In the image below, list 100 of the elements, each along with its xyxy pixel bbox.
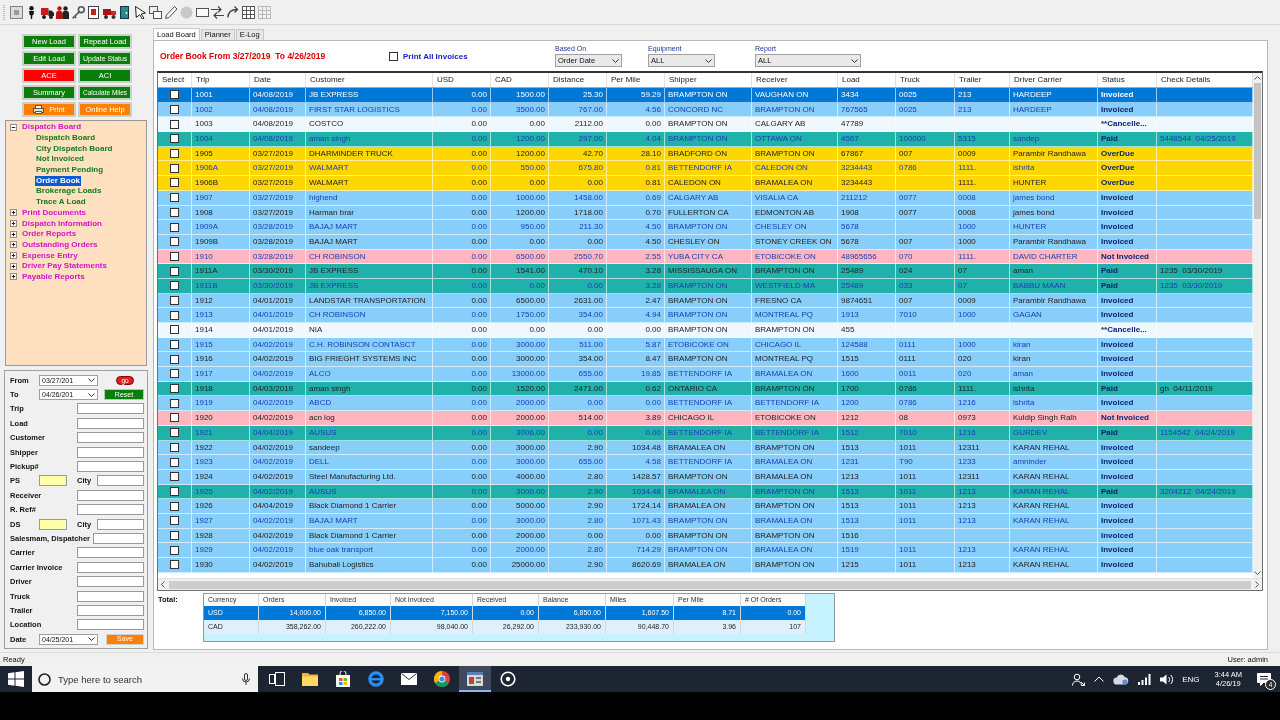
shopping-bag-icon[interactable] [334, 671, 351, 687]
tree-item[interactable]: Not Invoiced [35, 154, 85, 165]
minus-box-icon[interactable] [10, 123, 17, 131]
ring-bar-icon[interactable] [367, 671, 384, 687]
text-field[interactable] [77, 504, 144, 516]
column-header[interactable]: Truck [896, 73, 955, 87]
truck-icon[interactable] [40, 5, 54, 19]
checkbox[interactable] [170, 530, 179, 540]
column-header[interactable]: Receiver [752, 73, 838, 87]
table-row[interactable]: 1001 04/08/2019 JB EXPRESS 0.00 1500.00 25.30 59.29 BRAMPTON ON VAUGHAN ON 3434 0025 213 HARDEEP Invoiced [158, 88, 1253, 103]
text-field[interactable] [97, 475, 144, 487]
text-field[interactable] [39, 475, 67, 487]
tree-item[interactable]: Order Book [35, 175, 81, 186]
tree-item[interactable]: Trace A Load [35, 197, 87, 208]
checkbox[interactable] [170, 266, 179, 276]
table-row[interactable]: 1926 04/04/2019 Black Diamond 1 Carrier 0.00 5000.00 2.90 1724.14 BRAMALEA ON BRAMPTON ON 1513 1011 1213 KARAN REHAL Invoiced [158, 499, 1253, 514]
envelope-icon[interactable] [400, 671, 417, 687]
table-row[interactable]: 1917 04/02/2019 ALCO 0.00 13000.00 655.00 19.85 BETTENDORF IA BRAMALEA ON 1600 0011 020 aman Invoiced [158, 367, 1253, 382]
checkbox[interactable] [170, 325, 179, 335]
checkbox[interactable] [170, 90, 179, 100]
table-row[interactable]: 1906B 03/27/2019 WALMART 0.00 0.00 0.00 0.81 CALEDON ON BRAMALEA ON 3234443 1111. HUNTER OverDue [158, 176, 1253, 191]
tree-item[interactable]: Outstanding Orders [21, 239, 99, 250]
text-field[interactable] [77, 547, 144, 559]
person-icon[interactable] [1072, 672, 1086, 686]
tree-item[interactable]: Expense Entry [21, 250, 79, 261]
horizontal-scrollbar[interactable] [158, 578, 1262, 590]
column-header[interactable]: Per Mile [607, 73, 665, 87]
text-field[interactable] [77, 604, 144, 616]
checkbox[interactable] [170, 295, 179, 305]
checkbox[interactable] [170, 251, 179, 261]
column-header[interactable]: CAD [491, 73, 549, 87]
cursor-icon[interactable] [133, 5, 147, 19]
table-row[interactable]: 1923 04/02/2019 DELL 0.00 3000.00 655.00 4.58 BETTENDORF IA BRAMALEA ON 1231 T90 1233 amninder Invoiced [158, 455, 1253, 470]
checkbox[interactable] [170, 207, 179, 217]
text-field[interactable] [77, 403, 144, 415]
text-field[interactable] [93, 533, 144, 544]
checkbox[interactable] [170, 413, 179, 423]
plus-box-icon[interactable] [10, 220, 17, 228]
text-field[interactable] [77, 590, 144, 602]
door-icon[interactable] [118, 5, 131, 19]
stacked-windows-icon[interactable] [149, 5, 162, 19]
tree-item[interactable]: Brokerage Loads [35, 186, 103, 197]
checkbox[interactable] [170, 560, 179, 570]
grid-icon[interactable] [242, 5, 255, 19]
pencil-icon[interactable] [164, 5, 178, 19]
notification-icon[interactable] [1257, 672, 1271, 686]
column-header[interactable]: Trailer [955, 73, 1010, 87]
plus-box-icon[interactable] [10, 262, 17, 270]
checkbox[interactable] [170, 149, 179, 159]
scrollbar-thumb[interactable] [169, 580, 1251, 589]
checkbox[interactable] [170, 340, 179, 350]
checkbox[interactable] [170, 516, 179, 526]
document-icon[interactable] [87, 5, 100, 19]
tree-item[interactable]: Payment Pending [35, 165, 105, 176]
speaker-icon[interactable] [1160, 673, 1174, 685]
search-field[interactable]: Type here to search [32, 666, 258, 692]
text-field[interactable] [77, 561, 144, 573]
language-indicator[interactable]: ENG [1182, 674, 1200, 684]
table-row[interactable]: 1003 04/08/2019 COSTCO 0.00 0.00 2112.00 0.00 BRAMPTON ON CALGARY AB 47789 **Cancelle... [158, 117, 1253, 133]
checkbox-label[interactable]: Print All Invoices [403, 51, 468, 61]
app-window-icon[interactable] [458, 666, 491, 692]
checkbox[interactable] [170, 369, 179, 379]
plus-box-icon[interactable] [10, 230, 17, 238]
curved-arrow-icon[interactable] [226, 5, 240, 19]
table-row[interactable]: 1916 04/02/2019 BIG FRIEGHT SYSTEMS INC 0.00 3000.00 354.00 8.47 BRAMPTON ON MONTREAL PQ 1515 0111 020 kiran Invoiced [158, 352, 1253, 368]
column-header[interactable]: Driver Carrier [1010, 73, 1098, 87]
checkbox[interactable] [170, 119, 179, 129]
plus-box-icon[interactable] [10, 209, 17, 217]
key-icon[interactable] [71, 5, 85, 19]
checkbox[interactable] [170, 193, 179, 203]
tree-item[interactable]: City Dispatch Board [35, 143, 114, 154]
checkbox[interactable] [170, 105, 179, 115]
checkbox[interactable] [170, 442, 179, 452]
tree-item[interactable]: Order Reports [21, 229, 78, 240]
table-row[interactable]: 1906A 03/27/2019 WALMART 0.00 550.00 675.80 0.81 BETTENDORF IA CALEDON ON 3234443 0786 1111. ishrita OverDue [158, 161, 1253, 177]
column-header[interactable]: Status [1098, 73, 1157, 87]
arrows-icon[interactable] [211, 5, 224, 19]
column-header[interactable]: Distance [549, 73, 607, 87]
chevron-right-icon[interactable] [1255, 581, 1259, 588]
checkbox[interactable] [170, 428, 179, 438]
checkbox[interactable] [170, 310, 179, 320]
checkbox[interactable] [170, 178, 179, 188]
tree-item[interactable]: Dispatch Board [35, 133, 97, 144]
checkbox[interactable] [170, 134, 179, 144]
column-header[interactable]: Shipper [665, 73, 752, 87]
tree-item[interactable]: Dispatch Information [21, 218, 103, 229]
table-row[interactable]: 1909A 03/28/2019 BAJAJ MART 0.00 950.00 211.30 4.50 BRAMPTON ON CHESLEY ON 5678 1000 HUNTER Invoiced [158, 220, 1253, 235]
checkbox[interactable] [170, 472, 179, 482]
segmented-circle-icon[interactable] [433, 671, 450, 687]
plus-box-icon[interactable] [10, 252, 17, 260]
column-header[interactable]: Customer [306, 73, 433, 87]
text-field[interactable] [77, 432, 144, 444]
table-row[interactable]: 1929 04/02/2019 blue oak transport 0.00 2000.00 2.80 714.29 BRAMPTON ON BRAMALEA ON 1519 1011 1213 KARAN REHAL Invoiced [158, 543, 1253, 558]
checkbox[interactable] [170, 281, 179, 291]
column-header[interactable]: Trip [192, 73, 250, 87]
microphone-icon[interactable] [242, 673, 250, 685]
text-field[interactable] [77, 446, 144, 458]
checkbox[interactable] [389, 51, 398, 61]
plus-box-icon[interactable] [10, 241, 17, 249]
checkbox[interactable] [170, 486, 179, 496]
